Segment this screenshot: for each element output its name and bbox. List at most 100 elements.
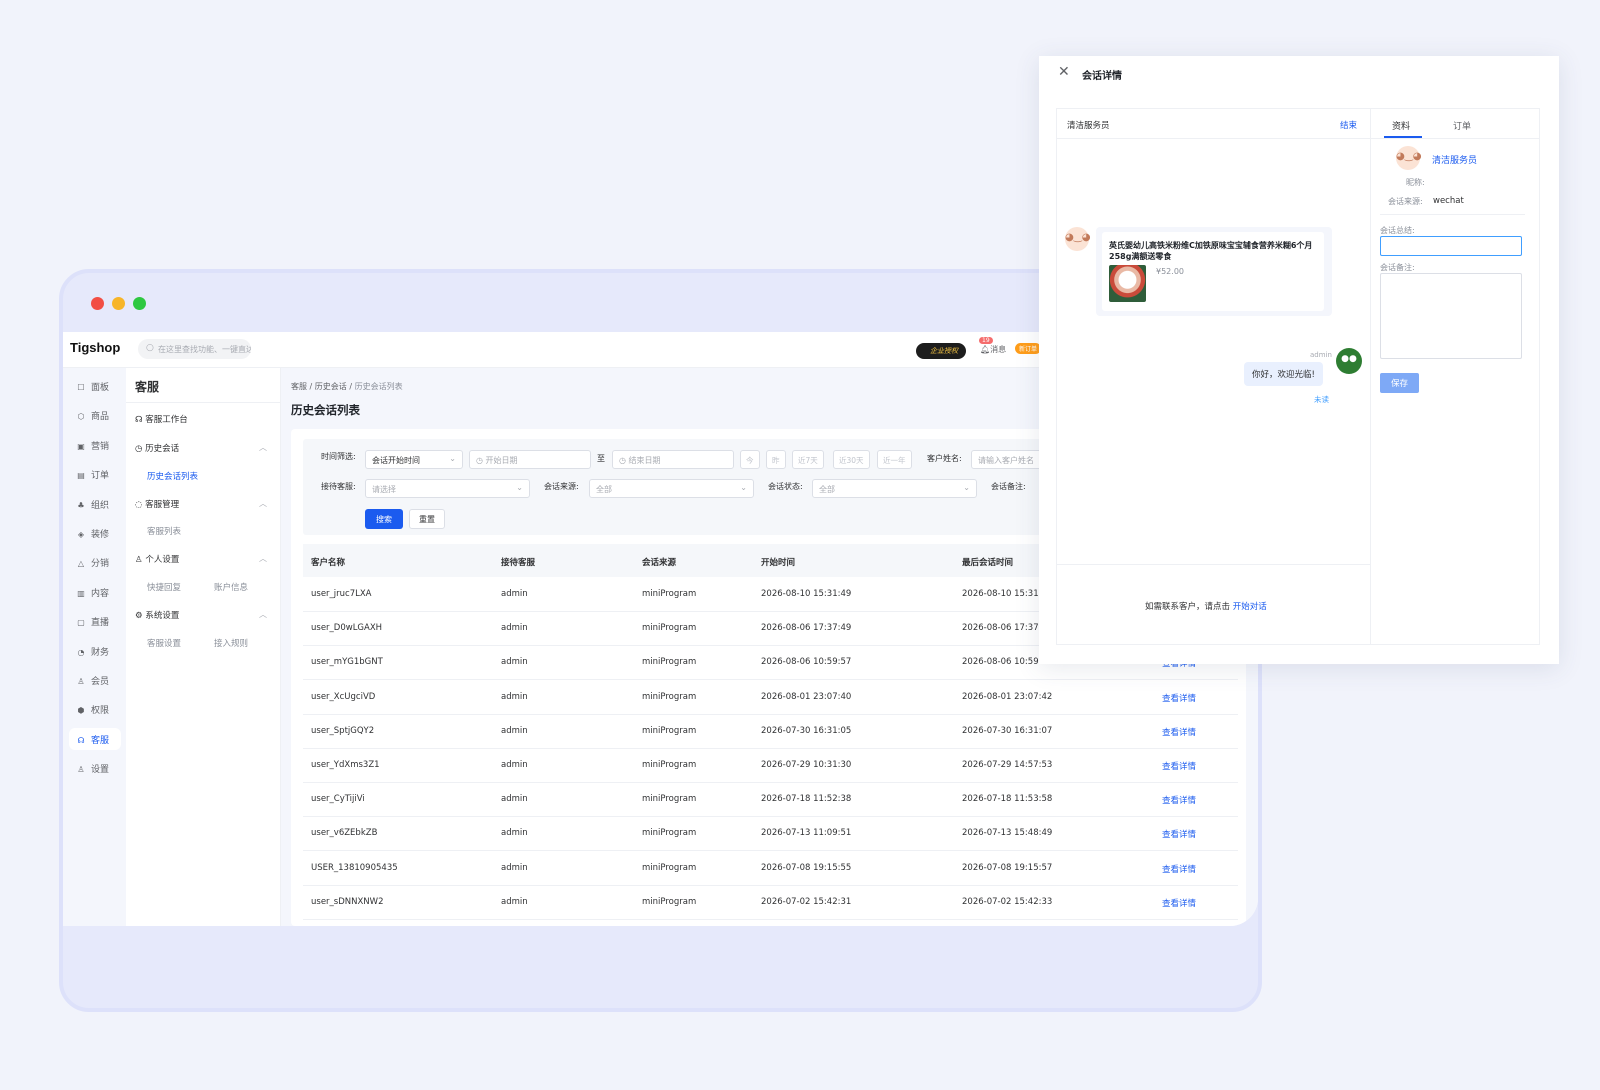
submenu-service-settings[interactable]: 客服设置 (147, 637, 181, 649)
nav-item-box[interactable]: ⬡ 商品 (69, 404, 121, 426)
active-tab-indicator (1384, 136, 1422, 138)
product-card: 英氏婴幼儿高铁米粉维C加铁原味宝宝辅食营养米糊6个月258g满额送零食 ¥52.… (1102, 232, 1324, 311)
table-row: user_XcUgciVD admin miniProgram 2026-08-01 … (303, 680, 1238, 715)
nav-item-distribution[interactable]: △ 分销 (69, 551, 121, 573)
submenu-personal-group[interactable]: ♙ 个人设置 ︿ (135, 553, 275, 565)
settings-icon: ♙ (77, 765, 85, 775)
nav-item-live[interactable]: ▢ 直播 (69, 610, 121, 632)
view-details-link[interactable]: 查看详情 (1162, 863, 1196, 875)
view-details-link[interactable]: 查看详情 (1162, 794, 1196, 806)
save-button[interactable]: 保存 (1380, 373, 1419, 393)
time-type-select[interactable]: 会话开始时间 ⌄ (365, 450, 463, 469)
summary-input[interactable] (1380, 236, 1522, 256)
submenu-manage-group[interactable]: ◌ 客服管理 ︿ (135, 498, 275, 510)
quick-7days-button[interactable]: 近7天 (792, 450, 824, 469)
agent-placeholder: 请选择 (372, 485, 396, 494)
customer-info-panel: 资料 订单 ◕‿◕ 清洁服务员 昵称: 会话来源: wechat 会话总结: 会… (1370, 108, 1540, 645)
submenu-system-group[interactable]: ⚙ 系统设置 ︿ (135, 609, 275, 621)
reset-button[interactable]: 重置 (409, 509, 445, 529)
agent-select[interactable]: 请选择 ⌄ (365, 479, 530, 498)
live-icon: ▢ (77, 618, 85, 628)
source-select[interactable]: 全部 ⌄ (589, 479, 754, 498)
view-details-link[interactable]: 查看详情 (1162, 726, 1196, 738)
cell-customer: user_SptjGQY2 (311, 725, 375, 736)
product-message-card[interactable]: 英氏婴幼儿高铁米粉维C加铁原味宝宝辅食营养米糊6个月258g满额送零食 ¥52.… (1096, 227, 1332, 316)
nav-item-settings[interactable]: ♙ 设置 (69, 757, 121, 779)
nav-item-dashboard[interactable]: ☐ 面板 (69, 375, 121, 397)
cell-agent: admin (501, 760, 528, 770)
nav-item-brush[interactable]: ◈ 装修 (69, 522, 121, 544)
submenu-account-info[interactable]: 账户信息 (214, 581, 248, 593)
nav-item-permission[interactable]: ⬢ 权限 (69, 698, 121, 720)
customer-name-label: 客户姓名: (927, 454, 962, 463)
tab-orders[interactable]: 订单 (1453, 119, 1471, 132)
submenu-service-list[interactable]: 客服列表 (147, 525, 181, 537)
status-select[interactable]: 全部 ⌄ (812, 479, 977, 498)
close-icon[interactable]: ✕ (1058, 64, 1070, 80)
breadcrumb-history[interactable]: 历史会话 (315, 382, 347, 391)
global-search-input[interactable]: ○ 在这里查找功能、一键直达 (138, 339, 251, 359)
nav-item-marketing[interactable]: ▣ 营销 (69, 434, 121, 456)
submenu-access-rules[interactable]: 接入规则 (214, 637, 248, 649)
nav-item-label: 装修 (91, 530, 110, 540)
enterprise-license-badge[interactable]: 企业授权 (916, 343, 966, 359)
source-label: 会话来源: (1388, 197, 1423, 206)
window-maximize-dot[interactable] (133, 297, 146, 310)
nav-item-label: 权限 (91, 706, 110, 717)
nav-item-service[interactable]: ☊ 客服 (69, 727, 121, 750)
table-row: user_sDNNXNW2 admin miniProgram 2026-07-02 … (303, 885, 1238, 920)
profile-name[interactable]: 清洁服务员 (1432, 153, 1477, 166)
gear-icon: ⚙ (135, 611, 146, 621)
submenu-quick-reply[interactable]: 快捷回复 (147, 581, 181, 593)
view-details-link[interactable]: 查看详情 (1162, 897, 1196, 909)
cell-last-time: 2026-07-13 15:48:49 (962, 828, 1053, 839)
cell-agent: admin (501, 623, 528, 634)
view-details-link[interactable]: 查看详情 (1162, 828, 1196, 840)
col-start-time: 开始时间 (761, 558, 796, 568)
dashboard-icon: ☐ (77, 383, 85, 392)
cell-source: miniProgram (642, 691, 697, 702)
submenu-workbench[interactable]: ☊ 客服工作台 (135, 413, 188, 425)
quick-year-button[interactable]: 近一年 (877, 450, 912, 469)
tigshop-logo[interactable]: Tigshop (70, 340, 120, 355)
start-chat-link[interactable]: 开始对话 (1233, 602, 1267, 612)
window-minimize-dot[interactable] (112, 297, 125, 310)
quick-30days-button[interactable]: 近30天 (833, 450, 870, 469)
messages-count-badge: 19 (979, 337, 993, 344)
nav-item-member[interactable]: ♙ 会员 (69, 669, 121, 691)
end-chat-button[interactable]: 结束 (1340, 119, 1357, 131)
nav-item-order[interactable]: ▤ 订单 (69, 463, 121, 485)
view-details-link[interactable]: 查看详情 (1162, 692, 1196, 704)
status-value: 全部 (819, 485, 835, 494)
product-title: 英氏婴幼儿高铁米粉维C加铁原味宝宝辅食营养米糊6个月258g满额送零食 (1109, 241, 1313, 261)
view-details-link[interactable]: 查看详情 (1162, 760, 1196, 772)
cell-source: miniProgram (642, 657, 697, 668)
summary-label: 会话总结: (1380, 226, 1415, 235)
cell-customer: user_v6ZEbkZB (311, 828, 378, 839)
submenu-history-list[interactable]: 历史会话列表 (147, 470, 198, 482)
window-close-dot[interactable] (91, 297, 104, 310)
cell-customer: user_mYG1bGNT (311, 657, 383, 668)
table-row: user_SptjGQY2 admin miniProgram 2026-07-30 … (303, 714, 1238, 749)
start-date-placeholder: 开始日期 (485, 456, 518, 465)
search-button[interactable]: 搜索 (365, 509, 403, 529)
remark-textarea[interactable] (1380, 273, 1522, 359)
new-order-badge[interactable]: 新订单 (1015, 343, 1042, 354)
cell-start-time: 2026-07-02 15:42:31 (761, 896, 852, 907)
tab-profile[interactable]: 资料 (1392, 119, 1410, 132)
cell-agent: admin (501, 896, 528, 907)
nav-item-org[interactable]: ♣ 组织 (69, 493, 121, 515)
chevron-down-icon: ⌄ (740, 483, 747, 492)
nav-item-finance[interactable]: ◔ 财务 (69, 640, 121, 662)
start-date-input[interactable]: ◷ 开始日期 (469, 450, 591, 469)
quick-yesterday-button[interactable]: 昨 (766, 450, 786, 469)
breadcrumb-service[interactable]: 客服 (291, 382, 307, 391)
nav-item-content[interactable]: ▥ 内容 (69, 581, 121, 603)
submenu-history-group[interactable]: ◷ 历史会话 ︿ (135, 442, 275, 454)
messages-button[interactable]: 🔔︎消息 19 新订单 (979, 337, 1042, 355)
nav-item-label: 会员 (91, 677, 110, 687)
cell-source: miniProgram (642, 760, 697, 770)
quick-today-button[interactable]: 今 (740, 450, 760, 469)
member-icon: ♙ (77, 677, 85, 686)
end-date-input[interactable]: ◷ 结束日期 (612, 450, 734, 469)
